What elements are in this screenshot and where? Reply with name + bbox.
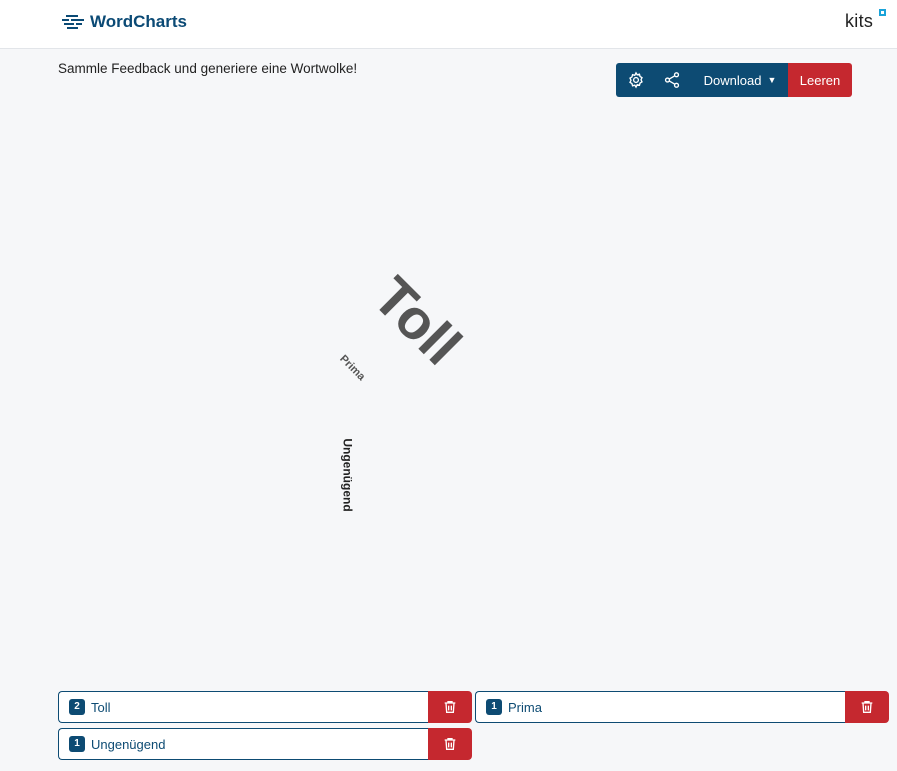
cloud-word-toll: Toll bbox=[361, 264, 474, 377]
app-title: WordCharts bbox=[90, 12, 187, 31]
download-label: Download bbox=[703, 72, 762, 88]
trash-icon bbox=[444, 701, 456, 713]
caret-down-icon: ▼ bbox=[767, 75, 777, 85]
cloud-word-prima: Prima bbox=[337, 352, 368, 384]
entry-text: Ungenügend bbox=[91, 736, 166, 752]
list-item: 2 Toll bbox=[58, 691, 472, 723]
entry-label-box: 1 Ungenügend bbox=[58, 728, 428, 760]
gear-icon bbox=[629, 71, 643, 89]
entry-label-box: 2 Toll bbox=[58, 691, 428, 723]
cloud-word-ungenuegend: Ungenügend bbox=[340, 438, 355, 512]
app-logo[interactable]: WordCharts bbox=[62, 12, 187, 32]
count-badge: 1 bbox=[486, 699, 502, 715]
list-item: 1 Prima bbox=[475, 691, 889, 723]
page-subtitle: Sammle Feedback und generiere eine Wortw… bbox=[58, 61, 358, 76]
top-navbar: WordCharts kits bbox=[0, 0, 897, 49]
action-toolbar: Download ▼ Leeren bbox=[616, 63, 852, 97]
delete-button[interactable] bbox=[428, 691, 472, 723]
count-badge: 2 bbox=[69, 699, 85, 715]
share-icon bbox=[664, 72, 680, 88]
clear-button[interactable]: Leeren bbox=[788, 63, 852, 97]
delete-button[interactable] bbox=[845, 691, 889, 723]
share-button[interactable] bbox=[656, 63, 688, 97]
list-item: 1 Ungenügend bbox=[58, 728, 472, 760]
count-badge: 1 bbox=[69, 736, 85, 752]
entry-text: Toll bbox=[91, 699, 111, 715]
wordcharts-icon bbox=[62, 15, 84, 29]
kits-logo-mark-icon bbox=[879, 9, 886, 16]
delete-button[interactable] bbox=[428, 728, 472, 760]
entry-text: Prima bbox=[508, 699, 542, 715]
settings-button[interactable] bbox=[616, 63, 656, 97]
kits-logo[interactable]: kits bbox=[845, 11, 873, 32]
download-dropdown-button[interactable]: Download ▼ bbox=[688, 63, 788, 97]
trash-icon bbox=[444, 738, 456, 750]
trash-icon bbox=[861, 701, 873, 713]
entry-label-box: 1 Prima bbox=[475, 691, 845, 723]
